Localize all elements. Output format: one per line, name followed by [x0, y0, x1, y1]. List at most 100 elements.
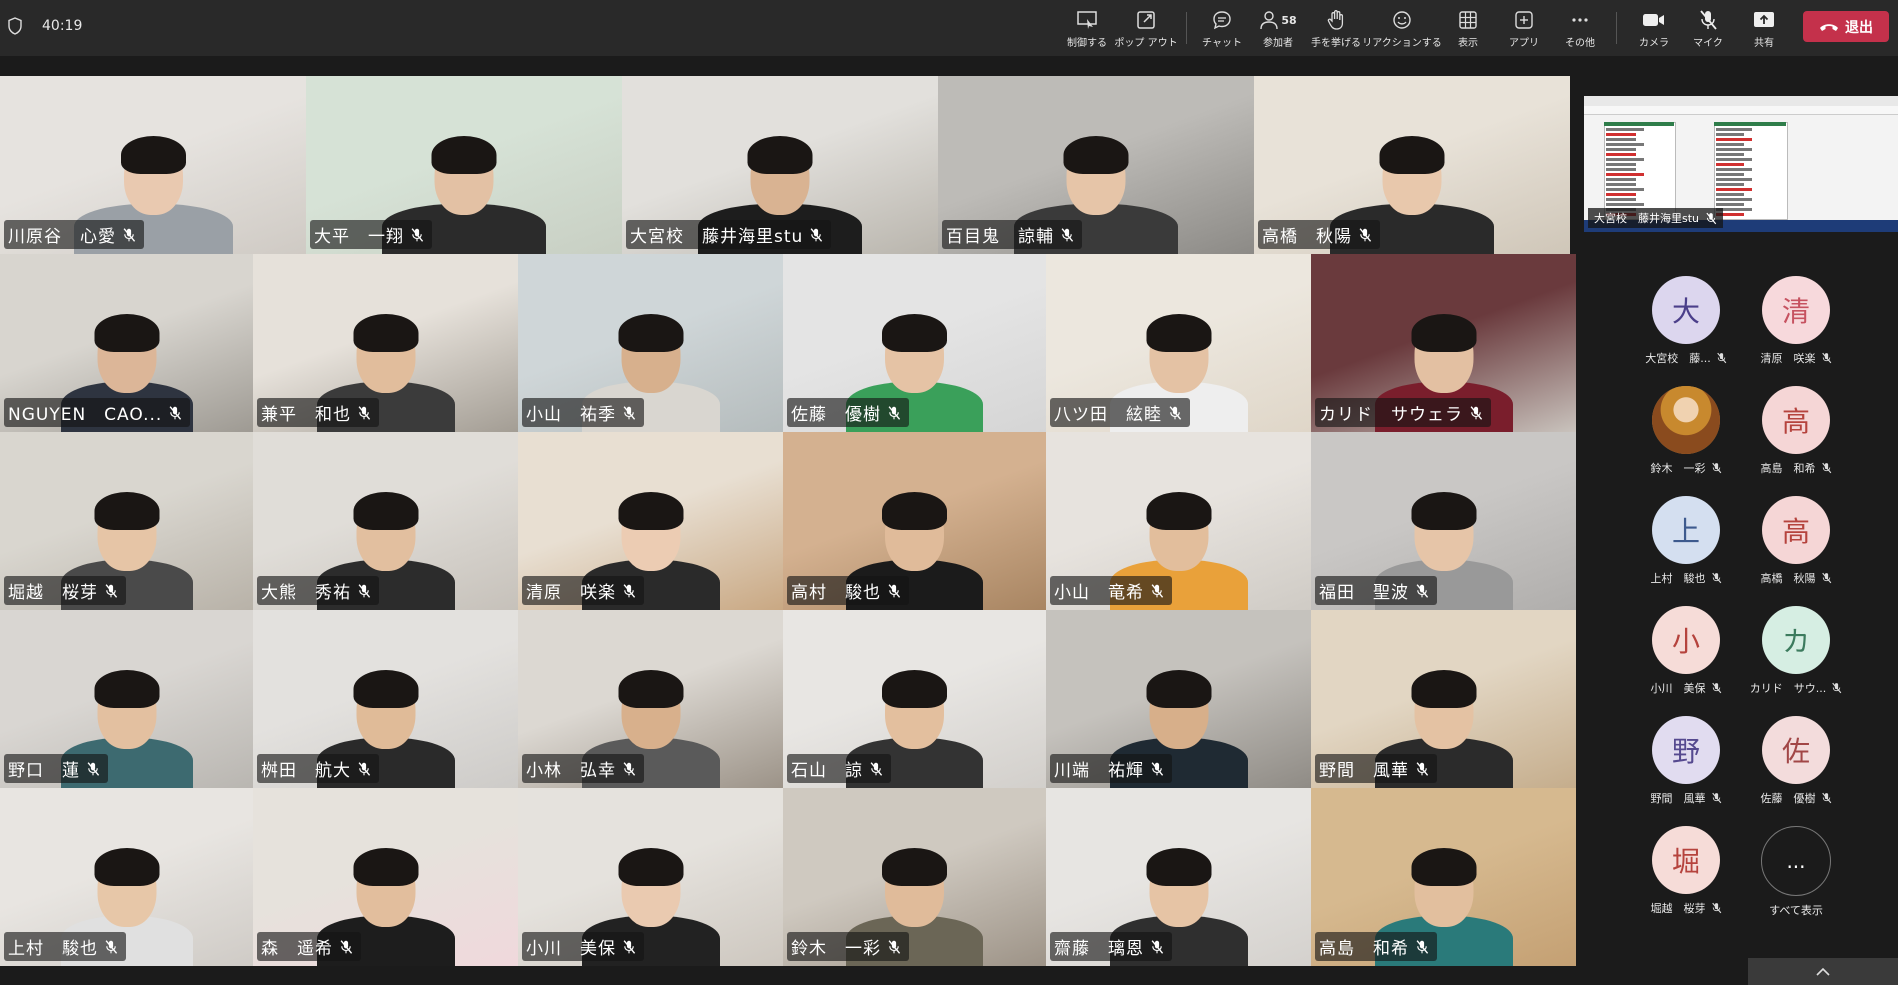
video-tile[interactable]: 堀越 桜芽 [0, 432, 253, 610]
video-tile[interactable]: 川原谷 心愛 [0, 76, 306, 254]
camera-button[interactable]: カメラ [1634, 8, 1674, 50]
mic-off-icon [358, 761, 371, 776]
video-tile[interactable]: 小山 祐季 [518, 254, 783, 432]
attendee-label: 高橋 秋陽 [1741, 570, 1851, 586]
view-button[interactable]: 表示 [1448, 8, 1488, 50]
video-tile[interactable]: 齋藤 璃恩 [1046, 788, 1311, 966]
mic-off-icon [1711, 902, 1721, 914]
video-tile[interactable]: 大平 一翔 [306, 76, 622, 254]
share-tile-nametag: 大宮校 藤井海里stu [1588, 208, 1724, 228]
video-tile[interactable]: 清原 咲楽 [518, 432, 783, 610]
apps-button[interactable]: アプリ [1504, 8, 1544, 50]
video-tile[interactable]: 桝田 航大 [253, 610, 518, 788]
avatar-initial: 堀 [1671, 845, 1700, 878]
avatar-initial: 上 [1671, 515, 1700, 548]
mic-button[interactable]: マイク [1688, 8, 1728, 50]
attendee-avatar[interactable]: 鈴木 一彩 [1631, 386, 1741, 476]
avatar: 高 [1762, 386, 1830, 454]
avatar: 上 [1652, 496, 1720, 564]
video-tile[interactable]: 小林 弘幸 [518, 610, 783, 788]
video-tile[interactable]: 佐藤 優樹 [783, 254, 1046, 432]
smile-icon [1393, 11, 1411, 29]
video-tile[interactable]: 森 遥希 [253, 788, 518, 966]
video-tile[interactable]: 小川 美保 [518, 788, 783, 966]
avatar-photo [1652, 386, 1720, 454]
attendee-avatar[interactable]: カカリド サウ... [1741, 606, 1851, 696]
show-all-button[interactable]: ... すべて表示 [1741, 826, 1851, 918]
video-tile[interactable]: NGUYEN CAO... [0, 254, 253, 432]
participant-nametag: 八ツ田 絃睦 [1050, 398, 1190, 427]
chat-button[interactable]: チャット [1200, 8, 1244, 50]
video-tile[interactable]: 高島 和希 [1311, 788, 1576, 966]
mic-off-icon [623, 939, 636, 954]
collapse-button[interactable] [1748, 958, 1898, 985]
attendee-avatar[interactable]: 佐佐藤 優樹 [1741, 716, 1851, 806]
video-tile[interactable]: カリド サウェラ [1311, 254, 1576, 432]
sheet-row [1606, 158, 1644, 161]
reaction-button[interactable]: リアクションする [1362, 8, 1442, 50]
attendee-label: 上村 駿也 [1631, 570, 1741, 586]
attendee-avatar[interactable]: 高高島 和希 [1741, 386, 1851, 476]
participant-nametag: 大熊 秀祐 [257, 576, 379, 605]
video-tile[interactable]: 上村 駿也 [0, 788, 253, 966]
avatar-initial: 高 [1781, 405, 1810, 438]
video-tile[interactable]: 八ツ田 絃睦 [1046, 254, 1311, 432]
avatar-initial: 佐 [1781, 735, 1810, 768]
video-tile[interactable]: 大宮校 藤井海里stu [622, 76, 938, 254]
sheet-row [1606, 168, 1636, 171]
participant-nametag: 兼平 和也 [257, 398, 379, 427]
chevron-up-icon [1816, 967, 1830, 976]
video-tile[interactable]: 野口 蓮 [0, 610, 253, 788]
control-button[interactable]: 制御する [1066, 8, 1108, 50]
participants-button[interactable]: 58 参加者 [1256, 8, 1300, 50]
video-tile[interactable]: 高村 駿也 [783, 432, 1046, 610]
attendee-avatar[interactable]: 小小川 美保 [1631, 606, 1741, 696]
attendee-label: 佐藤 優樹 [1741, 790, 1851, 806]
meeting-toolbar: 40:19 制御する ポップ アウト チャット 58 参加者 手を挙げる リアク… [0, 0, 1898, 56]
avatar: 野 [1652, 716, 1720, 784]
participant-nametag: 百目鬼 諒輔 [942, 220, 1082, 249]
video-tile[interactable]: 小山 竜希 [1046, 432, 1311, 610]
video-tile[interactable]: 野間 風華 [1311, 610, 1576, 788]
video-tile[interactable]: 高橋 秋陽 [1254, 76, 1570, 254]
participant-name: 佐藤 優樹 [791, 405, 881, 425]
participant-nametag: 堀越 桜芽 [4, 576, 126, 605]
sheet-row [1716, 203, 1744, 206]
mic-off-icon [1711, 682, 1721, 694]
attendee-avatar[interactable]: 野野間 風華 [1631, 716, 1741, 806]
mic-off-icon [1706, 212, 1717, 224]
participant-nametag: 上村 駿也 [4, 932, 126, 961]
video-tile[interactable]: 鈴木 一彩 [783, 788, 1046, 966]
mic-off-icon [358, 405, 371, 420]
avatar-initial: 野 [1671, 735, 1700, 768]
attendee-avatar[interactable]: 高高橋 秋陽 [1741, 496, 1851, 586]
sheet-row [1716, 163, 1744, 166]
video-tile[interactable]: 兼平 和也 [253, 254, 518, 432]
shield-icon [8, 17, 22, 35]
attendee-avatar[interactable]: 清清原 咲楽 [1741, 276, 1851, 366]
popout-icon [1137, 11, 1155, 29]
leave-button[interactable]: 退出 [1803, 11, 1889, 42]
popout-button[interactable]: ポップ アウト [1114, 8, 1178, 50]
screen-share-tile[interactable]: 大宮校 藤井海里stu [1584, 96, 1898, 232]
mic-off-icon [623, 583, 636, 598]
more-button[interactable]: その他 [1560, 8, 1600, 50]
control-icon [1077, 11, 1097, 29]
avatar: 堀 [1652, 826, 1720, 894]
video-tile[interactable]: 百目鬼 諒輔 [938, 76, 1254, 254]
attendee-avatar[interactable]: 大大宮校 藤... [1631, 276, 1741, 366]
mic-off-icon [1821, 462, 1831, 474]
participant-name: 森 遥希 [261, 939, 333, 959]
video-tile[interactable]: 石山 諒 [783, 610, 1046, 788]
video-tile[interactable]: 川端 祐輝 [1046, 610, 1311, 788]
attendee-label: カリド サウ... [1741, 680, 1851, 696]
video-tile[interactable]: 福田 聖波 [1311, 432, 1576, 610]
sheet-row [1716, 168, 1752, 171]
ellipsis-icon: ... [1761, 826, 1831, 896]
video-tile[interactable]: 大熊 秀祐 [253, 432, 518, 610]
attendee-avatar[interactable]: 上上村 駿也 [1631, 496, 1741, 586]
raise-hand-button[interactable]: 手を挙げる [1310, 8, 1362, 50]
share-button[interactable]: 共有 [1744, 8, 1784, 50]
attendee-avatar[interactable]: 堀堀越 桜芽 [1631, 826, 1741, 916]
sheet-row [1716, 148, 1752, 151]
